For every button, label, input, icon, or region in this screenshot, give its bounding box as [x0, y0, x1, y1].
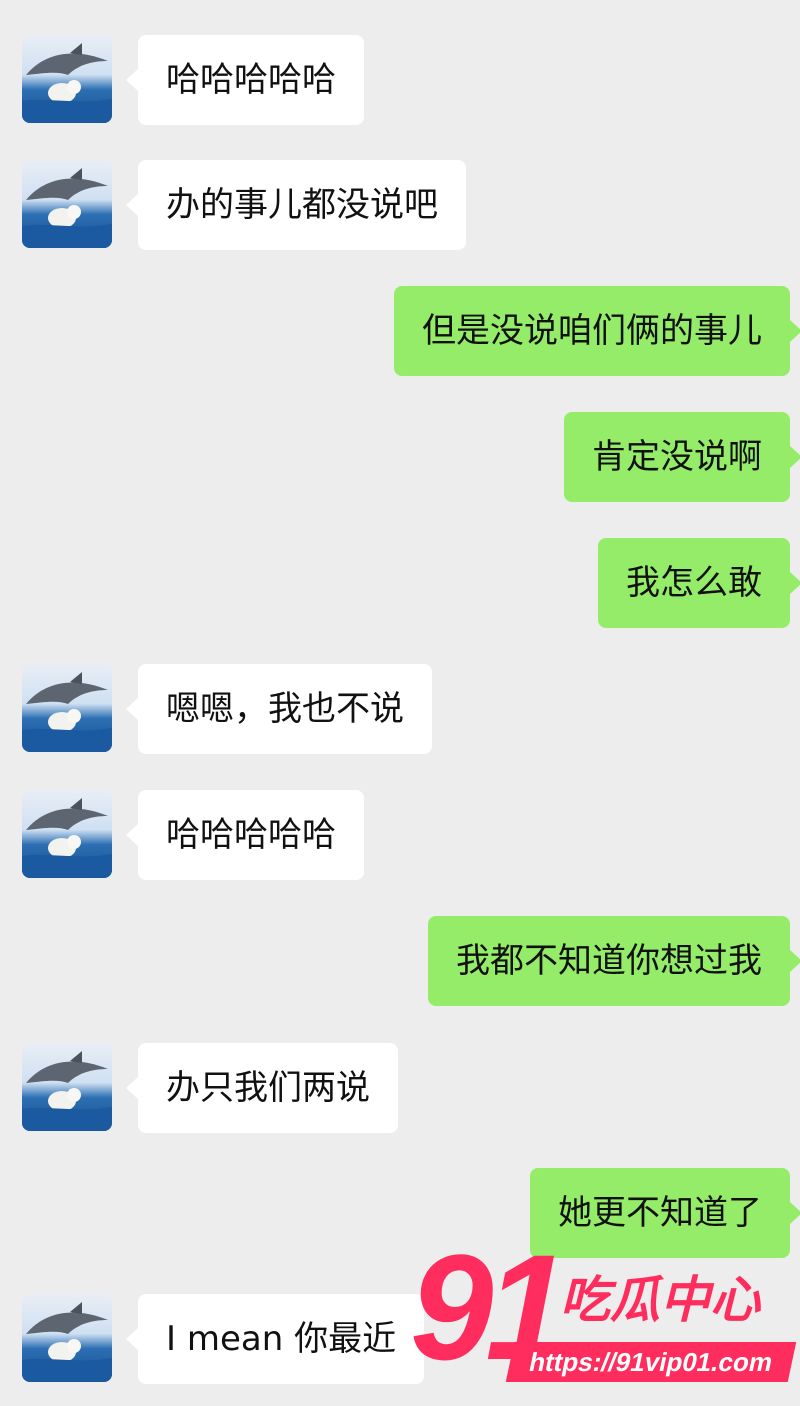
- message-row-incoming: 嗯嗯，我也不说: [0, 664, 800, 754]
- chat-message-list: 哈哈哈哈哈 办的事儿都没说吧 但是没说咱们俩的事儿 肯定没说啊 我怎么敢 嗯嗯，…: [0, 0, 800, 1406]
- message-bubble-incoming[interactable]: 哈哈哈哈哈: [126, 790, 364, 880]
- dolphin-and-dog-avatar-icon: [22, 43, 112, 123]
- watermark-site-name: 吃瓜中心: [560, 1271, 760, 1329]
- contact-avatar[interactable]: [22, 790, 112, 878]
- contact-avatar[interactable]: [22, 1294, 112, 1382]
- dolphin-and-dog-avatar-icon: [22, 798, 112, 878]
- contact-avatar[interactable]: [22, 160, 112, 248]
- message-row-incoming: 哈哈哈哈哈: [0, 790, 800, 880]
- message-bubble-incoming[interactable]: 办的事儿都没说吧: [126, 160, 466, 250]
- message-bubble-incoming[interactable]: I mean 你最近: [125, 1294, 425, 1384]
- message-row-incoming: 办只我们两说: [0, 1043, 800, 1133]
- message-bubble-outgoing[interactable]: 我怎么敢: [598, 538, 800, 628]
- message-row-outgoing: 肯定没说啊: [0, 412, 800, 502]
- message-bubble-outgoing[interactable]: 肯定没说啊: [564, 412, 800, 502]
- contact-avatar[interactable]: [22, 664, 112, 752]
- message-row-incoming: 哈哈哈哈哈: [0, 35, 800, 125]
- message-bubble-incoming[interactable]: 办只我们两说: [126, 1043, 398, 1133]
- message-row-outgoing: 但是没说咱们俩的事儿: [0, 286, 800, 376]
- contact-avatar[interactable]: [22, 35, 112, 123]
- watermark-url: https://91vip01.com: [505, 1342, 797, 1382]
- site-watermark: 91 吃瓜中心 https://91vip01.com: [410, 1232, 800, 1392]
- dolphin-and-dog-avatar-icon: [22, 168, 112, 248]
- message-bubble-incoming[interactable]: 哈哈哈哈哈: [126, 35, 364, 125]
- message-row-outgoing: 我怎么敢: [0, 538, 800, 628]
- dolphin-and-dog-avatar-icon: [22, 1302, 112, 1382]
- message-bubble-incoming[interactable]: 嗯嗯，我也不说: [126, 664, 432, 754]
- message-bubble-outgoing[interactable]: 但是没说咱们俩的事儿: [394, 286, 800, 376]
- contact-avatar[interactable]: [22, 1043, 112, 1131]
- dolphin-and-dog-avatar-icon: [22, 1051, 112, 1131]
- message-bubble-outgoing[interactable]: 我都不知道你想过我: [428, 916, 800, 1006]
- message-row-outgoing: 我都不知道你想过我: [0, 916, 800, 1006]
- dolphin-and-dog-avatar-icon: [22, 672, 112, 752]
- message-row-incoming: 办的事儿都没说吧: [0, 160, 800, 250]
